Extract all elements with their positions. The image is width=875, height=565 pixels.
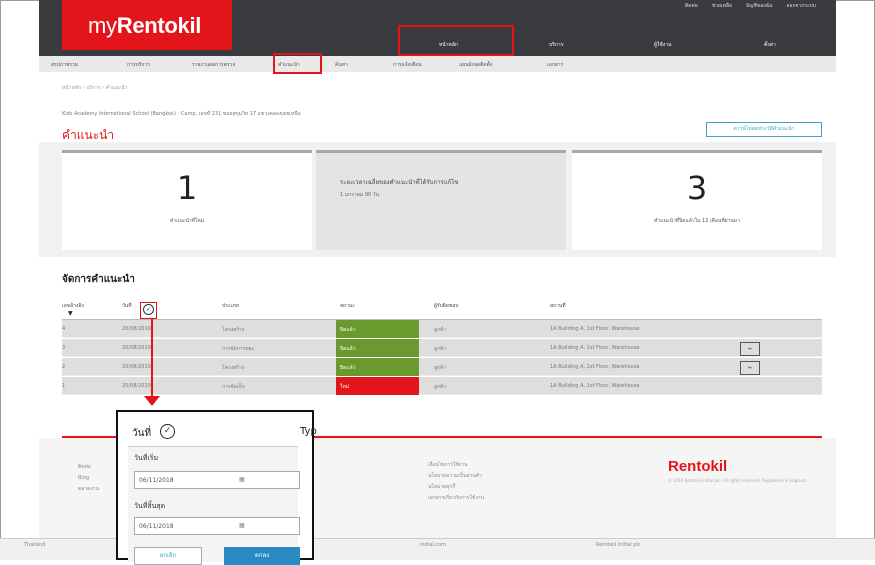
status-badge: ปิดแล้ว <box>336 358 419 376</box>
section-title: จัดการคำแนะนำ <box>62 274 135 285</box>
subnav-item-reports[interactable]: รายงานผลการตรวจ <box>192 61 235 69</box>
column-header-ref[interactable]: เลขอ้างอิง <box>62 302 84 310</box>
open-count: 1 <box>176 169 198 207</box>
bottom-company[interactable]: Rentokil Initial plc <box>596 542 641 548</box>
callout-arrow-head <box>144 396 160 406</box>
row-type: การจัดการขยะ <box>222 346 255 352</box>
row-date: 20/08/2019 <box>122 345 151 351</box>
top-links: ติดต่อ ช่วยเหลือ บัญชีของฉัน ออกจากระบบ <box>685 2 816 10</box>
row-date: 20/08/2019 <box>122 326 151 332</box>
from-date-label: วันที่เริ่ม <box>134 454 159 462</box>
row-owner: ลูกค้า <box>434 327 447 333</box>
footer-copyright: © 2019 Rentokil Initial plc. All rights … <box>668 478 808 483</box>
table-row[interactable]: 2 20/08/2019 โครงสร้าง ปิดแล้ว ลูกค้า 1A Buil… <box>62 358 822 376</box>
from-date-input[interactable]: 06/11/2018 ▦ <box>134 471 300 489</box>
column-header-owner[interactable]: ผู้รับผิดชอบ <box>434 302 459 310</box>
date-filter-icon[interactable]: ✓ <box>143 304 154 315</box>
subnav-item-search[interactable]: ค้นหา <box>335 61 348 69</box>
row-date: 20/08/2019 <box>122 383 151 389</box>
average-time-card: ระยะเวลาเฉลี่ยของคำแนะนำที่ได้รับการแก้ไ… <box>316 150 566 250</box>
top-link-help[interactable]: ช่วยเหลือ <box>712 2 732 10</box>
calendar-icon[interactable]: ▦ <box>239 476 245 483</box>
open-count-card: 1 คำแนะนำที่ใหม่ <box>62 150 312 250</box>
row-type: โครงสร้าง <box>222 365 245 371</box>
status-badge: ปิดแล้ว <box>336 320 419 338</box>
row-location: 1A Building A, 1st Floor, Warehouse <box>550 383 640 389</box>
account-address: Kids Academy International School (Bangk… <box>62 111 301 117</box>
row-date: 20/08/2019 <box>122 364 151 370</box>
column-header-type[interactable]: ประเภท <box>222 302 239 310</box>
nav-item-settings[interactable]: ตั้งค่า <box>764 41 776 49</box>
average-time-title: ระยะเวลาเฉลี่ยของคำแนะนำที่ได้รับการแก้ไ… <box>340 179 459 186</box>
footer-link-cookies[interactable]: นโยบายคุกกี้ <box>428 482 484 493</box>
popup-date-filter-icon[interactable]: ✓ <box>160 424 175 439</box>
closed-count-label: คำแนะนำที่ปิดแล้วใน 12 เดือนที่ผ่านมา <box>654 218 740 224</box>
calendar-icon[interactable]: ▦ <box>239 522 245 529</box>
column-header-status[interactable]: สถานะ <box>340 302 355 310</box>
cancel-button[interactable]: ยกเลิก <box>134 547 202 565</box>
ok-button[interactable]: ตกลง <box>224 547 300 565</box>
image-icon[interactable]: ⌁ <box>740 342 760 356</box>
status-badge: ใหม่ <box>336 377 419 395</box>
top-link-logout[interactable]: ออกจากระบบ <box>786 2 816 10</box>
popup-date-header: วันที่ <box>132 428 152 439</box>
footer-links-mid: เงื่อนไขการใช้งาน นโยบายความเป็นส่วนตัว … <box>428 460 484 504</box>
subnav-item-service[interactable]: การบริการ <box>127 61 150 69</box>
column-header-location[interactable]: สถานที่ <box>550 302 566 310</box>
row-ref: 4 <box>62 326 66 332</box>
popup-type-header: Typ <box>300 426 317 437</box>
table-row[interactable]: 1 20/08/2019 การจัดเก็บ ใหม่ ลูกค้า 1A Buildi… <box>62 377 822 395</box>
row-ref: 1 <box>62 383 66 389</box>
footer-links-left: ติดต่อ Blog ตลาดงาน <box>78 462 99 495</box>
footer-link-blog[interactable]: Blog <box>78 473 99 484</box>
footer-link-docs[interactable]: เอกสารเกี่ยวกับการใช้งาน <box>428 493 484 504</box>
highlight-box-nav <box>398 25 514 56</box>
table-row[interactable]: 4 20/08/2019 โครงสร้าง ปิดแล้ว ลูกค้า 1A Buil… <box>62 320 822 338</box>
footer-logo: Rentokil <box>668 458 728 475</box>
row-location: 1A Building A, 1st Floor, Warehouse <box>550 364 640 370</box>
download-history-button[interactable]: ดาวน์โหลดประวัติคำแนะนำ <box>706 122 822 137</box>
open-count-label: คำแนะนำที่ใหม่ <box>169 218 205 224</box>
breadcrumb[interactable]: หน้าหลัก › บริการ › คำแนะนำ <box>62 84 127 92</box>
row-owner: ลูกค้า <box>434 365 447 371</box>
image-icon[interactable]: ⌁ <box>740 361 760 375</box>
subnav-item-overview[interactable]: สรุปภาพรวม <box>51 61 78 69</box>
top-link-contact[interactable]: ติดต่อ <box>685 2 698 10</box>
sort-down-icon[interactable]: ▼ <box>68 310 73 317</box>
bottom-country[interactable]: Thailand <box>24 542 45 548</box>
callout-arrow-line <box>151 318 153 400</box>
average-time-value: 1 มกราคม 90 วัน <box>340 192 379 198</box>
row-location: 1A Building A, 1st Floor, Warehouse <box>550 326 640 332</box>
highlight-box-subnav <box>273 53 322 74</box>
subnav-item-alerts[interactable]: การแจ้งเตือน <box>393 61 422 69</box>
to-date-input[interactable]: 06/11/2018 ▦ <box>134 517 300 535</box>
to-date-label: วันที่สิ้นสุด <box>134 502 166 510</box>
row-ref: 3 <box>62 345 66 351</box>
top-link-account[interactable]: บัญชีของฉัน <box>746 2 773 10</box>
date-filter-popup: วันที่ ✓ Typ วันที่เริ่ม 06/11/2018 ▦ วัน… <box>116 410 317 565</box>
table-header: เลขอ้างอิง ▼ วันที่ ประเภท สถานะ ผู้รับผ… <box>62 296 822 320</box>
closed-count-card: 3 คำแนะนำที่ปิดแล้วใน 12 เดือนที่ผ่านมา <box>572 150 822 250</box>
nav-item-services[interactable]: บริการ <box>549 41 563 49</box>
subnav-item-site-map[interactable]: แผนผังจุดติดตั้ง <box>459 61 492 69</box>
row-owner: ลูกค้า <box>434 346 447 352</box>
closed-count: 3 <box>686 169 708 207</box>
sub-nav: สรุปภาพรวม การบริการ รายงานผลการตรวจ คำแ… <box>39 56 836 72</box>
footer-link-contact[interactable]: ติดต่อ <box>78 462 99 473</box>
footer-link-privacy[interactable]: นโยบายความเป็นส่วนตัว <box>428 471 484 482</box>
row-owner: ลูกค้า <box>434 384 447 390</box>
footer-link-terms[interactable]: เงื่อนไขการใช้งาน <box>428 460 484 471</box>
column-header-date[interactable]: วันที่ <box>122 302 132 310</box>
footer-link-careers[interactable]: ตลาดงาน <box>78 484 99 495</box>
row-ref: 2 <box>62 364 66 370</box>
popup-body: วันที่เริ่ม 06/11/2018 ▦ วันที่สิ้นสุด 06… <box>128 446 300 565</box>
status-badge: ปิดแล้ว <box>336 339 419 357</box>
row-location: 1A Building A, 1st Floor, Warehouse <box>550 345 640 351</box>
row-type: โครงสร้าง <box>222 327 245 333</box>
bottom-site[interactable]: initial.com <box>420 542 446 548</box>
table-row[interactable]: 3 20/08/2019 การจัดการขยะ ปิดแล้ว ลูกค้า 1A B… <box>62 339 822 357</box>
subnav-item-documents[interactable]: เอกสาร <box>547 61 563 69</box>
row-type: การจัดเก็บ <box>222 384 245 390</box>
nav-item-users[interactable]: ผู้ใช้งาน <box>654 41 671 49</box>
